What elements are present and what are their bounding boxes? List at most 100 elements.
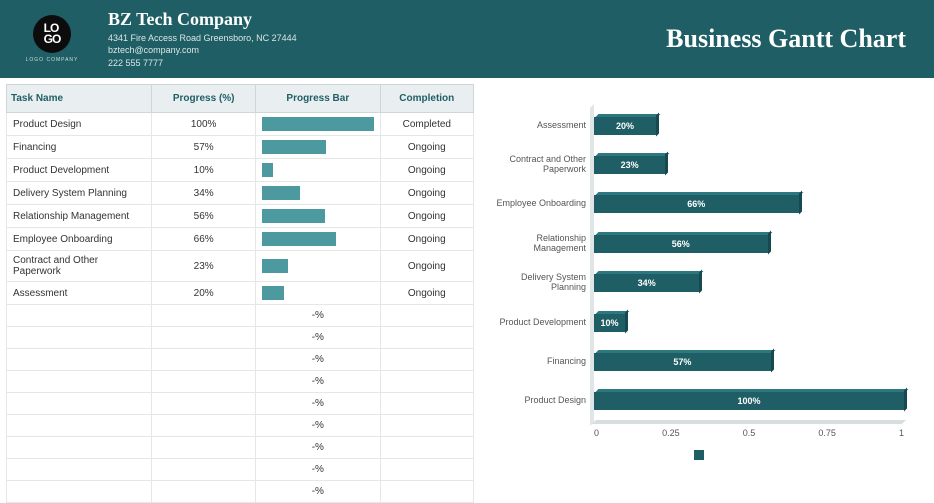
col-task-name: Task Name (7, 85, 152, 113)
chart-area: Assessment20%Contract and Other Paperwor… (484, 96, 914, 476)
chart-bar-row: Employee Onboarding66% (594, 193, 904, 215)
cell-completion (380, 459, 473, 481)
chart-bar-value: 20% (616, 121, 634, 131)
cell-progress: 10% (152, 159, 256, 182)
table-header-row: Task Name Progress (%) Progress Bar Comp… (7, 85, 474, 113)
header: LO GO LOGO COMPANY BZ Tech Company 4341 … (0, 0, 934, 78)
table-row[interactable]: Delivery System Planning34%Ongoing (7, 182, 474, 205)
cell-task-name (7, 481, 152, 503)
cell-progress: 57% (152, 136, 256, 159)
cell-completion (380, 371, 473, 393)
table-row-empty[interactable]: -% (7, 437, 474, 459)
chart-bars: Assessment20% Contract and Other Paperwor… (594, 106, 904, 421)
cell-progress (152, 371, 256, 393)
cell-task-name: Relationship Management (7, 205, 152, 228)
cell-task-name (7, 393, 152, 415)
chart-bar-row: Delivery System Planning34% (594, 272, 904, 294)
chart-bar-row: Contract and Other Paperwork23% (594, 154, 904, 176)
table-row-empty[interactable]: -% (7, 393, 474, 415)
chart-tick: 1 (899, 428, 904, 438)
cell-progress (152, 459, 256, 481)
chart-bar-label: Financing (489, 357, 594, 367)
cell-completion (380, 481, 473, 503)
chart-bar-row: Relationship Management56% (594, 233, 904, 255)
cell-progress-bar: -% (256, 327, 381, 349)
cell-progress: 23% (152, 251, 256, 282)
cell-progress-bar: -% (256, 305, 381, 327)
cell-progress-bar: -% (256, 393, 381, 415)
cell-progress-bar (256, 159, 381, 182)
chart-panel: Assessment20%Contract and Other Paperwor… (480, 78, 934, 503)
cell-completion (380, 393, 473, 415)
table-row-empty[interactable]: -% (7, 481, 474, 503)
table-row-empty[interactable]: -% (7, 371, 474, 393)
cell-progress-bar: -% (256, 371, 381, 393)
company-address: 4341 Fire Access Road Greensboro, NC 274… (108, 32, 297, 45)
cell-progress-bar (256, 182, 381, 205)
table-row[interactable]: Assessment20%Ongoing (7, 282, 474, 305)
chart-bar: 10% (594, 314, 625, 332)
col-progress-bar: Progress Bar (256, 85, 381, 113)
table-row-empty[interactable]: -% (7, 305, 474, 327)
chart-bar-label: Delivery System Planning (489, 273, 594, 293)
cell-progress-bar (256, 251, 381, 282)
table-row[interactable]: Product Design100%Completed (7, 113, 474, 136)
logo-icon: LO GO (33, 15, 71, 53)
col-progress: Progress (%) (152, 85, 256, 113)
chart-bar-value: 56% (672, 239, 690, 249)
chart-tick: 0.5 (743, 428, 756, 438)
cell-completion (380, 415, 473, 437)
cell-completion (380, 327, 473, 349)
cell-progress-bar: -% (256, 437, 381, 459)
cell-task-name (7, 459, 152, 481)
chart-tick: 0.75 (818, 428, 836, 438)
cell-task-name: Contract and Other Paperwork (7, 251, 152, 282)
chart-bar-row: Assessment20% (594, 115, 904, 137)
cell-progress-bar: -% (256, 415, 381, 437)
table-row-empty[interactable]: -% (7, 349, 474, 371)
table-row[interactable]: Employee Onboarding66%Ongoing (7, 228, 474, 251)
logo: LO GO LOGO COMPANY (12, 15, 92, 63)
cell-completion: Ongoing (380, 251, 473, 282)
chart-bar-row: Product Development10% (594, 312, 904, 334)
cell-completion: Ongoing (380, 205, 473, 228)
chart-bar-label: Relationship Management (489, 234, 594, 254)
cell-progress (152, 481, 256, 503)
cell-task-name (7, 305, 152, 327)
cell-progress: 100% (152, 113, 256, 136)
cell-progress-bar: -% (256, 349, 381, 371)
table-row[interactable]: Product Development10%Ongoing (7, 159, 474, 182)
logo-caption: LOGO COMPANY (26, 57, 79, 63)
chart-bar-label: Assessment (489, 121, 594, 131)
cell-progress-bar: -% (256, 481, 381, 503)
cell-task-name (7, 415, 152, 437)
chart-bar-row: Financing57% (594, 351, 904, 373)
chart-bar-row: Product Design100% (594, 390, 904, 412)
chart-legend-swatch (694, 450, 704, 460)
cell-completion: Completed (380, 113, 473, 136)
table-row-empty[interactable]: -% (7, 459, 474, 481)
table-row[interactable]: Contract and Other Paperwork23% Ongoing (7, 251, 474, 282)
cell-completion (380, 349, 473, 371)
chart-bar-value: 34% (638, 278, 656, 288)
col-completion: Completion (380, 85, 473, 113)
table-row-empty[interactable]: -% (7, 415, 474, 437)
cell-completion (380, 305, 473, 327)
table-row-empty[interactable]: -% (7, 327, 474, 349)
chart-bar: 100% (594, 392, 904, 410)
chart-bar: 57% (594, 353, 771, 371)
cell-task-name: Assessment (7, 282, 152, 305)
cell-task-name (7, 349, 152, 371)
task-table-panel: Task Name Progress (%) Progress Bar Comp… (0, 78, 480, 503)
table-row[interactable]: Relationship Management56%Ongoing (7, 205, 474, 228)
table-row[interactable]: Financing57%Ongoing (7, 136, 474, 159)
chart-bar-label: Product Design (489, 396, 594, 406)
company-phone: 222 555 7777 (108, 57, 297, 70)
cell-completion: Ongoing (380, 282, 473, 305)
cell-progress-bar (256, 282, 381, 305)
cell-completion (380, 437, 473, 459)
company-email: bztech@company.com (108, 44, 297, 57)
cell-progress-bar (256, 136, 381, 159)
chart-bar: 34% (594, 274, 699, 292)
company-block: BZ Tech Company 4341 Fire Access Road Gr… (108, 9, 297, 70)
